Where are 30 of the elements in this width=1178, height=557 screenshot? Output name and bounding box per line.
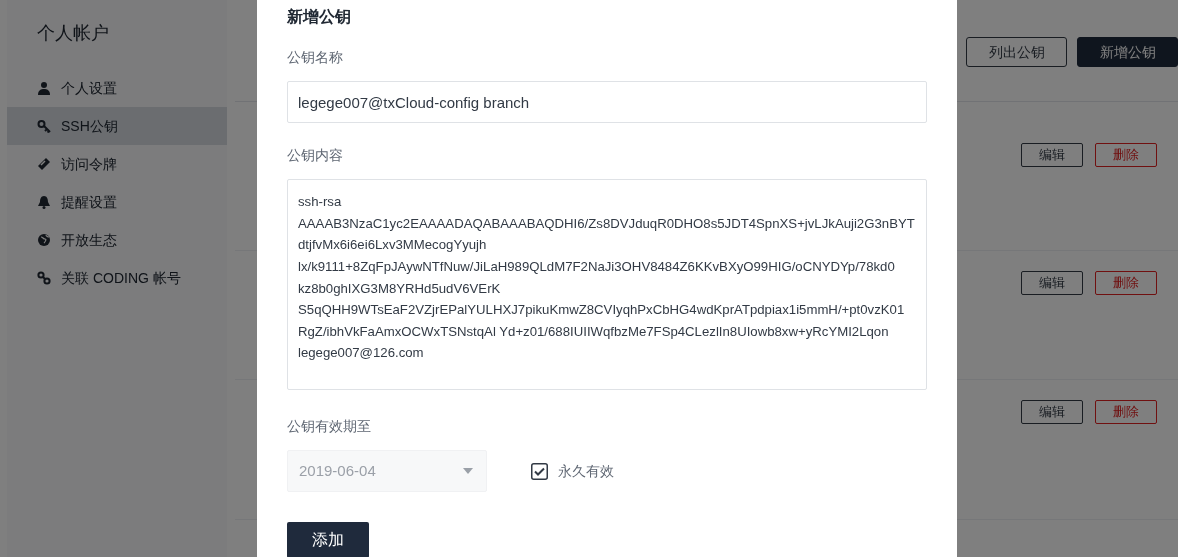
ticket-icon bbox=[37, 157, 51, 171]
submit-button[interactable]: 添加 bbox=[287, 522, 369, 557]
delete-button[interactable]: 删除 bbox=[1095, 143, 1157, 167]
list-keys-button[interactable]: 列出公钥 bbox=[966, 37, 1067, 67]
edit-button[interactable]: 编辑 bbox=[1021, 271, 1083, 295]
field-label: 公钥有效期至 bbox=[287, 417, 372, 437]
globe-icon bbox=[37, 233, 51, 247]
modal-title: 新增公钥 bbox=[287, 7, 352, 27]
permanent-checkbox[interactable]: 永久有效 bbox=[531, 460, 614, 482]
link-icon bbox=[37, 271, 51, 285]
delete-button[interactable]: 删除 bbox=[1095, 271, 1157, 295]
field-label: 公钥内容 bbox=[287, 146, 344, 166]
new-key-button[interactable]: 新增公钥 bbox=[1077, 37, 1178, 67]
delete-button[interactable]: 删除 bbox=[1095, 400, 1157, 424]
content-textarea[interactable]: ssh-rsa AAAAB3NzaC1yc2EAAAADAQABAAABAQDHI6/Zs8DVJduqR0DHO8s5JDT4SpnXS+jvLJkAuji2G3nBYT dtjfvMx6i6ei6Lxv3MMecogYyujh lx/k9111+8ZqFpJAywNTfNuw/JiLaH989QLdM7F2NaJi3OHV8484Z6KKvBXyO99HIG/oCNYDYp/78kd0 kz8b0ghIXG3M8YRHd5udV6VErK S5qQHH9WTsEaF2VZjrEPalYULHXJ7pikuKmwZ8CVIyqhPxCbHG4wdKprATpdpiax1i5mmH/+pt0vzK01 RgZ/ibhVkFaAmxOCWxTSNstqAl Yd+z01/688IUIIWqfbzMe7FSp4CLezlIn8UIowb8xw+yRcYMI2Lqon legege007@126.com bbox=[287, 179, 927, 391]
key-icon bbox=[37, 119, 51, 133]
name-input[interactable]: legege007@txCloud-config branch bbox=[287, 81, 927, 124]
bell-icon bbox=[37, 195, 51, 209]
sidebar-item[interactable]: 个人设置 bbox=[7, 69, 227, 107]
field-label: 公钥名称 bbox=[287, 48, 344, 68]
caret-icon bbox=[463, 468, 473, 475]
sidebar-item[interactable]: 关联 CODING 帐号 bbox=[7, 259, 227, 297]
sidebar-item[interactable]: 访问令牌 bbox=[7, 145, 227, 183]
edit-button[interactable]: 编辑 bbox=[1021, 143, 1083, 167]
sidebar-title: 个人帐户 bbox=[36, 22, 110, 45]
sidebar-item[interactable]: SSH公钥 bbox=[7, 107, 227, 145]
user-icon bbox=[37, 81, 51, 95]
edit-button[interactable]: 编辑 bbox=[1021, 400, 1083, 424]
sidebar-item[interactable]: 开放生态 bbox=[7, 221, 227, 259]
sidebar-item[interactable]: 提醒设置 bbox=[7, 183, 227, 221]
